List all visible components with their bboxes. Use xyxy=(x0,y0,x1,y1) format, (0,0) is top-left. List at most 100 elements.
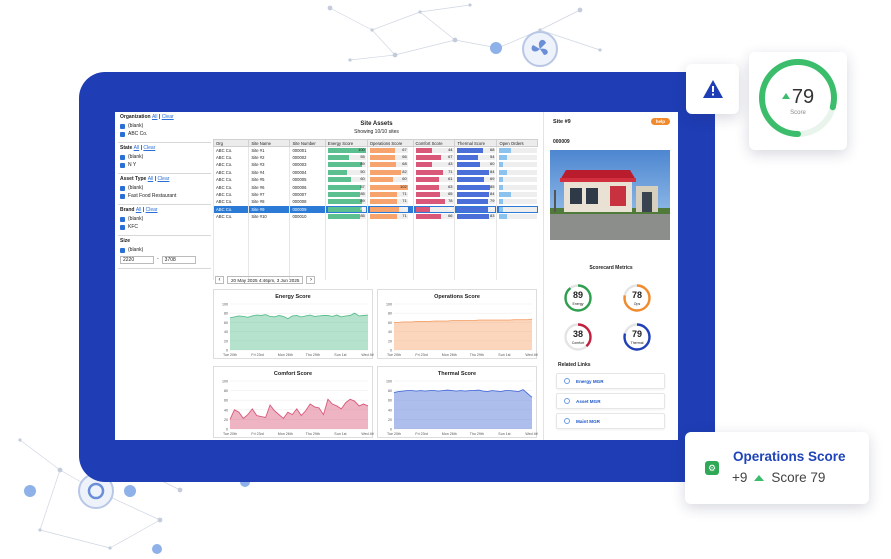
filter-option[interactable]: KFC xyxy=(120,223,209,231)
filter-option[interactable]: ABC Co. xyxy=(120,130,209,138)
filter-option[interactable]: (blank) xyxy=(120,246,209,254)
related-link[interactable]: Maint MGR xyxy=(556,413,665,429)
score-bar: 102 xyxy=(369,184,408,190)
orders-bar xyxy=(499,169,538,175)
date-prev-button[interactable]: ‹ xyxy=(215,276,224,284)
filter-option[interactable]: (blank) xyxy=(120,122,209,130)
x-tick-label: Fri 23rd xyxy=(415,432,427,436)
chart-plot: 0 20 40 60 80 100 Tue 20th Fri 23rd Mon 26th Thu … xyxy=(222,303,374,358)
table-row[interactable]: ABC Co. Site #5 000005 60 60 61 69 xyxy=(212,176,538,184)
site-assets-subtitle: Showing 10/10 sites xyxy=(354,129,399,135)
y-tick-label: 80 xyxy=(388,389,392,393)
size-max-input[interactable]: 3708 xyxy=(161,256,196,264)
filter-option[interactable]: (blank) xyxy=(120,153,209,161)
y-tick-label: 80 xyxy=(224,389,228,393)
clear-link[interactable]: Clear xyxy=(157,176,169,182)
column-header[interactable]: Operations Score xyxy=(366,139,414,147)
column-header[interactable]: Comfort Score xyxy=(412,139,456,147)
y-tick-label: 40 xyxy=(388,408,392,412)
column-header[interactable]: Site Name xyxy=(248,139,291,147)
score-bar: 60 xyxy=(327,176,366,183)
site-assets-panel: Site Assets Showing 10/10 sites Org Site … xyxy=(212,112,540,440)
size-min-input[interactable]: 2220 xyxy=(120,256,154,264)
clear-link[interactable]: Clear xyxy=(162,114,174,120)
score-value: 67 xyxy=(402,146,407,152)
filter-option[interactable]: (blank) xyxy=(120,184,209,192)
x-tick-label: Tue 20th xyxy=(387,432,401,436)
score-bar: 50 xyxy=(327,169,366,175)
score-bar: 66 xyxy=(369,154,408,161)
checkbox[interactable] xyxy=(120,224,125,230)
score-bar: 68 xyxy=(457,147,496,153)
link-icon xyxy=(564,378,570,384)
checkbox[interactable] xyxy=(120,216,125,222)
score-bar: 100 xyxy=(327,147,366,153)
score-value: 61 xyxy=(448,176,453,182)
help-button[interactable]: help xyxy=(650,118,670,125)
y-tick-label: 60 xyxy=(224,399,228,403)
filter-option[interactable]: Fast Food Restaurant xyxy=(120,192,209,200)
metric-label: Ops xyxy=(633,302,641,306)
scorecard-title: Scorecard Metrics xyxy=(589,265,633,271)
related-link[interactable]: Asset MGR xyxy=(556,393,665,409)
metric-gauge: 78 Ops xyxy=(622,283,652,313)
filter-option[interactable]: (blank) xyxy=(120,215,209,223)
filter-title: Asset Type xyxy=(120,176,147,182)
column-header[interactable]: Energy Score xyxy=(324,139,368,147)
empty-row xyxy=(212,257,538,265)
select-all-link[interactable]: All xyxy=(134,145,140,151)
checkbox[interactable] xyxy=(120,154,125,160)
alert-card[interactable] xyxy=(686,64,739,114)
column-header[interactable]: Site Number xyxy=(289,139,326,147)
y-tick-label: 0 xyxy=(226,349,228,353)
checkbox[interactable] xyxy=(120,193,125,199)
score-bar: 85 xyxy=(327,213,366,220)
score-value: 66 xyxy=(402,154,407,160)
score-bar: 63 xyxy=(415,183,454,190)
filter-option[interactable]: N Y xyxy=(120,161,209,169)
related-link[interactable]: Energy MGR xyxy=(556,373,665,389)
select-all-link[interactable]: All xyxy=(136,207,142,213)
score-value: 66 xyxy=(448,213,453,219)
select-all-link[interactable]: All xyxy=(152,114,158,120)
score-value: 85 xyxy=(360,213,365,219)
score-bar: 43 xyxy=(415,161,454,168)
select-all-link[interactable]: All xyxy=(148,176,154,182)
cell-name: Site #4 xyxy=(248,168,290,177)
trend-up-icon xyxy=(781,93,790,99)
table-row[interactable]: ABC Co. Site #9 000009 89 78 38 79 xyxy=(212,205,538,214)
checkbox[interactable] xyxy=(120,131,125,137)
date-range-field[interactable]: 20 May 2025 4:46pm, 3 Jun 2025 xyxy=(227,276,304,284)
y-tick-label: 20 xyxy=(388,418,392,422)
score-bar: 85 xyxy=(457,184,496,190)
clear-link[interactable]: Clear xyxy=(146,207,158,213)
score-bar: 84 xyxy=(457,169,496,175)
column-header[interactable]: Thermal Score xyxy=(454,139,498,147)
score-bar: 61 xyxy=(415,176,454,183)
score-value: 71 xyxy=(402,213,407,219)
x-tick-label: Wed 4th xyxy=(361,432,374,436)
table-row[interactable]: ABC Co. Site #7 000007 85 71 65 84 xyxy=(212,190,538,199)
table-row[interactable]: ABC Co. Site #6 000006 87 102 63 85 xyxy=(212,183,538,191)
table-row[interactable]: ABC Co. Site #4 000004 50 82 71 84 xyxy=(212,168,538,177)
table-row[interactable]: ABC Co. Site #8 000008 89 71 78 79 xyxy=(212,198,538,206)
table-row[interactable]: ABC Co. Site #2 000002 55 66 67 54 xyxy=(212,153,538,162)
column-header[interactable]: Open Orders xyxy=(496,139,538,147)
table-row[interactable]: ABC Co. Site #1 000001 100 67 44 68 xyxy=(212,146,538,154)
score-bar: 71 xyxy=(369,191,408,198)
score-value: 67 xyxy=(448,154,453,160)
table-row[interactable]: ABC Co. Site #10 000010 85 71 66 83 xyxy=(212,213,538,221)
checkbox[interactable] xyxy=(120,247,125,253)
table-row[interactable]: ABC Co. Site #3 000003 89 68 43 60 xyxy=(212,161,538,169)
orders-bar xyxy=(499,177,538,183)
score-value: 63 xyxy=(448,183,453,189)
operations-score-chart: Operations Score 0 20 40 60 80 100 Tue 20th Fri … xyxy=(377,289,538,359)
filter-option-label: (blank) xyxy=(128,154,144,160)
checkbox[interactable] xyxy=(120,123,125,129)
score-label: Score xyxy=(790,110,806,116)
date-next-button[interactable]: › xyxy=(306,276,316,284)
checkbox[interactable] xyxy=(120,185,125,191)
clear-link[interactable]: Clear xyxy=(143,145,155,151)
column-header[interactable]: Org xyxy=(212,139,250,147)
checkbox[interactable] xyxy=(120,162,125,168)
